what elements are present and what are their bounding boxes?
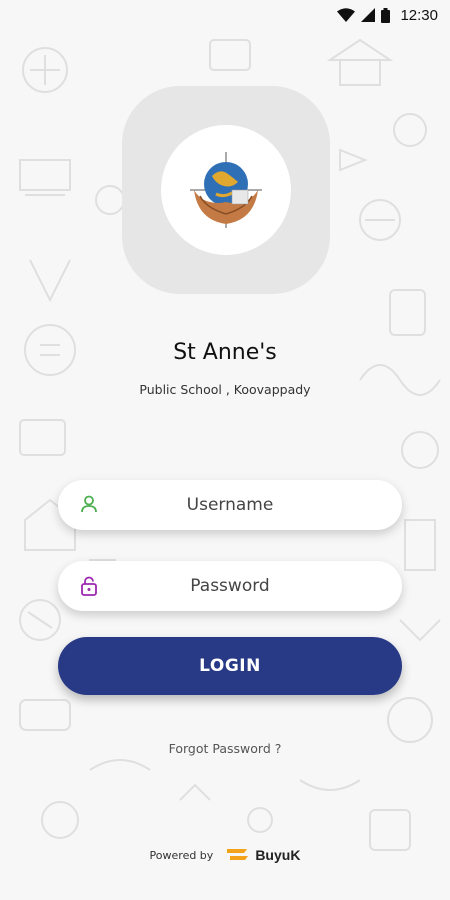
globe-in-hands-icon [190, 152, 262, 228]
password-field[interactable]: Password [58, 561, 402, 611]
school-logo-frame [122, 86, 330, 294]
user-icon [81, 495, 97, 513]
school-logo [161, 125, 291, 255]
brand-logo: BuyuK [227, 847, 300, 863]
forgot-password-link[interactable]: Forgot Password ? [0, 741, 450, 756]
status-bar: 12:30 [0, 0, 450, 30]
battery-icon [381, 7, 391, 23]
username-placeholder: Username [186, 495, 274, 515]
school-name: St Anne's [173, 340, 277, 365]
login-button[interactable]: LOGIN [58, 637, 402, 695]
school-subtitle: Public School , Koovappady [139, 382, 311, 397]
buyuk-logo-icon [227, 849, 249, 860]
username-field[interactable]: Username [58, 480, 402, 530]
lock-icon [81, 576, 97, 596]
password-placeholder: Password [190, 576, 270, 596]
footer: Powered by BuyuK [0, 847, 450, 863]
signal-icon [361, 8, 376, 22]
powered-by-text: Powered by [149, 848, 214, 862]
wifi-icon [337, 8, 356, 22]
brand-name: BuyuK [255, 847, 301, 863]
status-time: 12:30 [400, 6, 438, 24]
